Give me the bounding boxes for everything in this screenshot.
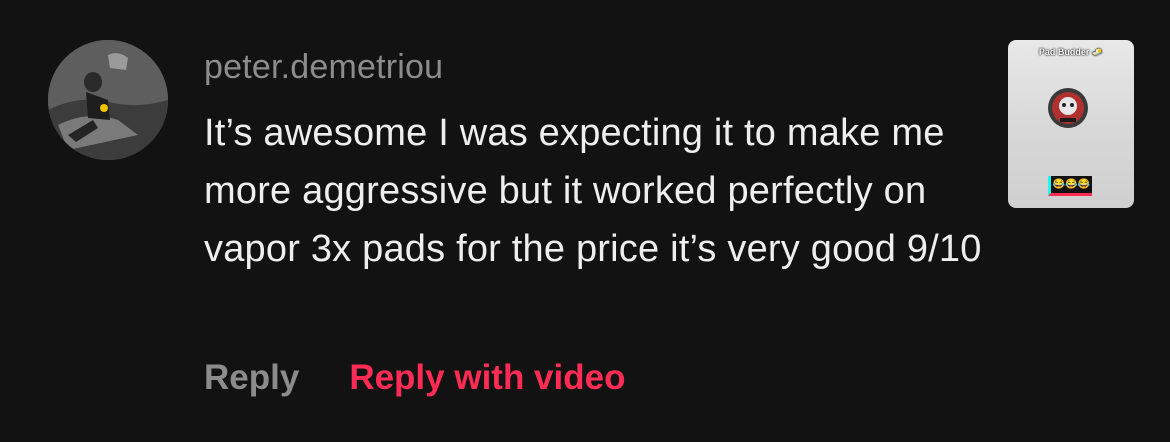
comment-text: It’s awesome I was expecting it to make … [204,112,982,270]
reply-button[interactable]: Reply [204,358,299,398]
comment-item: peter.demetriou It’s awesome I was expec… [0,0,1170,442]
avatar-photo [48,40,168,160]
video-thumbnail[interactable]: Pad Budder 🧈 😂😂😂 [1008,40,1134,208]
reply-with-video-button[interactable]: Reply with video [349,358,625,398]
avatar[interactable] [48,40,168,160]
username[interactable]: peter.demetriou [204,48,443,87]
comment-actions: Reply Reply with video [204,358,625,398]
emoji-sticker: 😂😂😂 [1048,176,1092,196]
